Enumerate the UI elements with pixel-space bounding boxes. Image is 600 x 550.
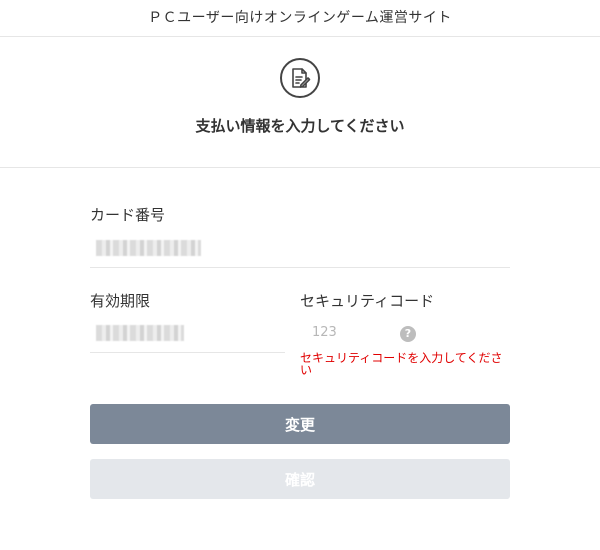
security-code-error: セキュリティコードを入力してください	[300, 351, 503, 377]
edit-document-icon	[280, 58, 320, 98]
card-number-label: カード番号	[90, 206, 166, 224]
help-icon[interactable]: ?	[400, 326, 416, 342]
change-button[interactable]: 変更	[90, 404, 510, 444]
security-code-label: セキュリティコード	[300, 292, 435, 310]
confirm-button[interactable]: 確認	[90, 459, 510, 499]
expiry-field[interactable]	[96, 325, 184, 341]
expiry-label: 有効期限	[90, 292, 151, 310]
card-number-divider	[90, 267, 510, 268]
security-code-input[interactable]: 123	[312, 325, 337, 340]
page-title: 支払い情報を入力してください	[195, 117, 405, 135]
page-header: 支払い情報を入力してください	[0, 37, 600, 168]
card-number-field[interactable]	[96, 240, 201, 256]
expiry-divider	[90, 352, 285, 353]
site-title: ＰＣユーザー向けオンラインゲーム運営サイト	[0, 0, 600, 37]
